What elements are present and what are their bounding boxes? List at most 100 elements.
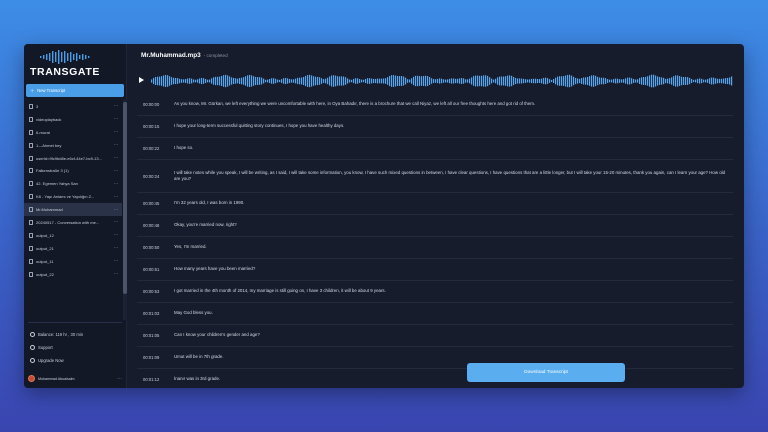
- file-icon: [29, 129, 33, 135]
- segment-text: How many years have you been married?: [174, 266, 256, 272]
- segment-text: I got married in the 4th month of 2014, …: [174, 288, 386, 294]
- file-name: 20240517 - Conversation with me...: [36, 219, 100, 225]
- support-item[interactable]: Support: [28, 341, 122, 354]
- file-list-item[interactable]: 6-murat ···: [24, 126, 122, 139]
- segment-text: I hope so.: [174, 145, 194, 151]
- file-options-icon[interactable]: ···: [114, 181, 118, 187]
- segment-timestamp[interactable]: 00:00:51: [143, 267, 174, 272]
- segment-text: I'm 32 years old, I was born in 1990.: [174, 200, 245, 206]
- sidebar: TRANSGATE ＋ New Transcript 3 ··· videoplay…: [24, 44, 127, 388]
- segment-text: İnanır was in 3rd grade.: [174, 376, 221, 382]
- more-options-icon[interactable]: ···: [117, 376, 122, 382]
- file-icon: [29, 219, 33, 225]
- file-icon: [29, 207, 33, 213]
- file-list-item[interactable]: Falkenstraße 3 (1) ···: [24, 164, 122, 177]
- transcript-segment: 00:00:51 How many years have you been mar…: [137, 259, 733, 281]
- audio-waveform[interactable]: [151, 68, 735, 94]
- segment-timestamp[interactable]: 00:01:05: [143, 333, 174, 338]
- file-options-icon[interactable]: ···: [114, 168, 118, 174]
- avatar: [28, 375, 35, 382]
- segment-timestamp[interactable]: 00:00:48: [143, 223, 174, 228]
- support-label: Support: [38, 345, 53, 350]
- file-list-item[interactable]: userId=9fc9bd8e-e6cf-44e7-bc9-13... ···: [24, 152, 122, 165]
- file-icon: [29, 194, 33, 200]
- file-icon: [29, 142, 33, 148]
- support-icon: [30, 345, 35, 350]
- file-options-icon[interactable]: ···: [114, 116, 118, 122]
- segment-timestamp[interactable]: 00:00:24: [143, 174, 174, 179]
- app-window: TRANSGATE ＋ New Transcript 3 ··· videoplay…: [24, 44, 744, 388]
- file-icon: [29, 245, 33, 251]
- file-list-item[interactable]: output_12 ···: [24, 229, 122, 242]
- file-list-item[interactable]: 1---Ahmet bey ···: [24, 139, 122, 152]
- file-options-icon[interactable]: ···: [114, 258, 118, 264]
- segment-text: Okay, you're married now, right?: [174, 222, 237, 228]
- file-options-icon[interactable]: ···: [114, 129, 118, 135]
- file-list-item[interactable]: Mr.Muhammad ···: [24, 203, 122, 217]
- file-icon: [29, 103, 33, 109]
- file-list-item[interactable]: 3 ···: [24, 100, 122, 113]
- upgrade-icon: [30, 358, 35, 363]
- file-options-icon[interactable]: ···: [114, 219, 118, 225]
- file-list-item[interactable]: 20240517 - Conversation with me... ···: [24, 216, 122, 229]
- file-icon: [29, 232, 33, 238]
- user-name: Muhammad Abualsalm: [38, 376, 75, 381]
- segment-timestamp[interactable]: 00:00:45: [143, 201, 174, 206]
- brand-logo: TRANSGATE: [30, 66, 100, 78]
- segment-text: I will take notes while you speak, I wil…: [174, 169, 726, 181]
- plus-icon: ＋: [30, 87, 35, 93]
- file-name: K8 - Yapı Anlamı ve Yapılığın Z...: [36, 194, 95, 200]
- transcript-segment: 00:00:15 I hope your long-term successful…: [137, 116, 733, 138]
- file-name: output_21: [36, 245, 54, 251]
- segment-timestamp[interactable]: 00:01:03: [143, 311, 174, 316]
- segment-timestamp[interactable]: 00:00:53: [143, 289, 174, 294]
- file-status: - completed: [203, 53, 228, 58]
- download-transcript-button[interactable]: Download Transcript: [467, 363, 625, 382]
- file-name: 42. Egemen Yahya Sarı: [36, 181, 79, 187]
- file-list-item[interactable]: output_22 ···: [24, 268, 122, 281]
- file-options-icon[interactable]: ···: [114, 232, 118, 238]
- user-profile[interactable]: Muhammad Abualsalm ···: [28, 373, 122, 384]
- balance-text: Balance: 119 hr , 30 min: [38, 332, 84, 337]
- file-options-icon[interactable]: ···: [114, 142, 118, 148]
- file-name: 3: [36, 103, 39, 109]
- file-options-icon[interactable]: ···: [114, 103, 118, 109]
- file-list-item[interactable]: videoplayback ···: [24, 113, 122, 126]
- play-icon[interactable]: [139, 77, 144, 83]
- transcript-segment: 00:00:45 I'm 32 years old, I was born in …: [137, 193, 733, 215]
- file-icon: [29, 181, 33, 187]
- sidebar-bottom-menu: Balance: 119 hr , 30 min Support Upgrade…: [28, 328, 122, 367]
- segment-timestamp[interactable]: 00:00:50: [143, 245, 174, 250]
- file-list-item[interactable]: output_11 ···: [24, 255, 122, 268]
- file-options-icon[interactable]: ···: [114, 245, 118, 251]
- transcript-segment: 00:00:00 As you know, Mr. Gürkan, we left…: [137, 94, 733, 116]
- logo-waveform-icon: [40, 50, 90, 64]
- segment-timestamp[interactable]: 00:00:15: [143, 124, 174, 129]
- segment-timestamp[interactable]: 00:01:12: [143, 377, 174, 382]
- file-name: 6-murat: [36, 129, 50, 135]
- segment-text: Umut will be in 7th grade.: [174, 354, 224, 360]
- file-name: output_22: [36, 271, 54, 277]
- file-options-icon[interactable]: ···: [114, 271, 118, 277]
- sidebar-divider: [28, 322, 122, 323]
- transcript-segment: 00:00:50 Yes, I'm married.: [137, 237, 733, 259]
- file-icon: [29, 116, 33, 122]
- file-name: Falkenstraße 3 (1): [36, 168, 69, 174]
- file-name: output_12: [36, 232, 54, 238]
- segment-text: Yes, I'm married.: [174, 244, 207, 250]
- segment-timestamp[interactable]: 00:00:00: [143, 102, 174, 107]
- upgrade-label: Upgrade Now: [38, 358, 64, 363]
- file-options-icon[interactable]: ···: [114, 155, 118, 161]
- file-list-item[interactable]: 42. Egemen Yahya Sarı ···: [24, 177, 122, 190]
- file-list-item[interactable]: output_21 ···: [24, 242, 122, 255]
- file-options-icon[interactable]: ···: [114, 194, 118, 200]
- file-name: 1---Ahmet bey: [36, 142, 62, 148]
- file-options-icon[interactable]: ···: [114, 207, 118, 213]
- new-transcript-button[interactable]: ＋ New Transcript: [26, 84, 124, 97]
- upgrade-item[interactable]: Upgrade Now: [28, 354, 122, 367]
- file-list-item[interactable]: K8 - Yapı Anlamı ve Yapılığın Z... ···: [24, 190, 122, 203]
- segment-text: I hope your long-term successful quittin…: [174, 123, 345, 129]
- segment-timestamp[interactable]: 00:01:09: [143, 355, 174, 360]
- file-name: videoplayback: [36, 116, 62, 122]
- segment-timestamp[interactable]: 00:00:22: [143, 146, 174, 151]
